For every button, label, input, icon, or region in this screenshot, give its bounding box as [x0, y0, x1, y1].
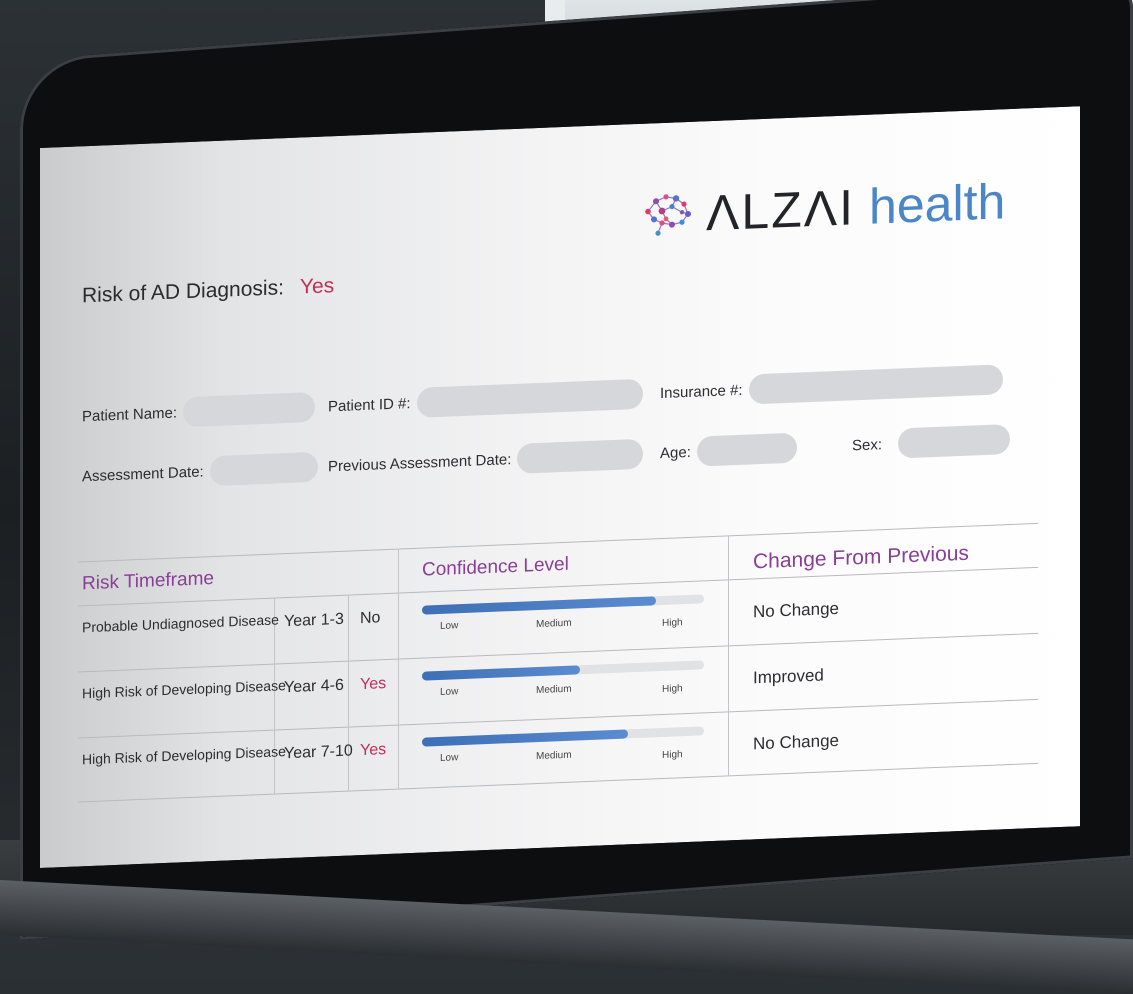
row-change: Improved	[753, 665, 824, 688]
assessment-date-field: Assessment Date:	[82, 451, 318, 491]
previous-assessment-date-field: Previous Assessment Date:	[328, 438, 644, 482]
patient-id-label: Patient ID #:	[328, 394, 411, 415]
confidence-bar-track	[422, 660, 704, 681]
insurance-input[interactable]	[748, 364, 1003, 405]
confidence-high-label: High	[662, 683, 683, 696]
risk-of-ad-diagnosis: Risk of AD Diagnosis: Yes	[82, 274, 334, 308]
assessment-date-label: Assessment Date:	[82, 462, 204, 485]
laptop-screen: ΛLZΛI health Risk of AD Diagnosis: Yes P…	[40, 106, 1080, 868]
patient-name-input[interactable]	[183, 391, 316, 428]
header-risk-timeframe: Risk Timeframe	[82, 568, 214, 595]
confidence-medium-label: Medium	[536, 683, 572, 697]
confidence-low-label: Low	[440, 620, 459, 632]
report-page: ΛLZΛI health Risk of AD Diagnosis: Yes P…	[40, 106, 1080, 868]
header-change-from-previous: Change From Previous	[753, 541, 969, 574]
risk-label: Risk of AD Diagnosis:	[82, 276, 284, 308]
patient-id-input[interactable]	[416, 378, 643, 418]
age-input[interactable]	[696, 432, 797, 467]
confidence-bar-fill	[422, 729, 628, 747]
insurance-label: Insurance #:	[660, 381, 743, 402]
row-category: Probable Undiagnosed Disease	[82, 611, 279, 636]
confidence-bar-track	[422, 594, 704, 615]
brain-network-icon	[645, 194, 691, 236]
row-years: Year 4-6	[284, 676, 344, 697]
confidence-bar-fill	[422, 596, 656, 615]
previous-assessment-date-label: Previous Assessment Date:	[328, 450, 512, 475]
row-flag: Yes	[360, 741, 387, 760]
risk-table: Risk Timeframe Confidence Level Change F…	[78, 522, 1038, 803]
brand-name-alzai: ΛLZΛI	[706, 179, 856, 242]
age-label: Age:	[660, 443, 691, 462]
alzai-health-logo: ΛLZΛI health	[640, 171, 1005, 246]
row-flag: Yes	[360, 675, 387, 694]
row-change: No Change	[753, 730, 840, 754]
row-change: No Change	[753, 598, 840, 622]
row-years: Year 7-10	[284, 742, 353, 763]
confidence-bar-track	[422, 726, 704, 747]
patient-name-field: Patient Name:	[82, 391, 316, 431]
age-field: Age:	[660, 432, 797, 468]
row-category: High Risk of Developing Disease	[82, 743, 286, 768]
sex-input[interactable]	[898, 424, 1011, 459]
previous-assessment-date-input[interactable]	[517, 438, 644, 474]
insurance-field: Insurance #:	[660, 364, 1003, 408]
confidence-medium-label: Medium	[536, 749, 572, 763]
row-years: Year 1-3	[284, 610, 344, 631]
confidence-high-label: High	[662, 617, 683, 630]
confidence-medium-label: Medium	[536, 617, 572, 631]
confidence-bar-fill	[422, 665, 580, 681]
row-category: High Risk of Developing Disease	[82, 677, 286, 702]
patient-id-field: Patient ID #:	[328, 378, 643, 422]
assessment-date-input[interactable]	[209, 451, 318, 487]
confidence-high-label: High	[662, 749, 683, 762]
sex-field: Sex:	[852, 424, 1011, 460]
confidence-low-label: Low	[440, 752, 459, 764]
row-flag: No	[360, 609, 381, 628]
brand-name-health: health	[869, 173, 1006, 235]
risk-value: Yes	[299, 274, 335, 299]
patient-name-label: Patient Name:	[82, 403, 178, 425]
confidence-low-label: Low	[440, 686, 459, 698]
header-confidence-level: Confidence Level	[422, 553, 569, 581]
sex-label: Sex:	[852, 435, 883, 454]
